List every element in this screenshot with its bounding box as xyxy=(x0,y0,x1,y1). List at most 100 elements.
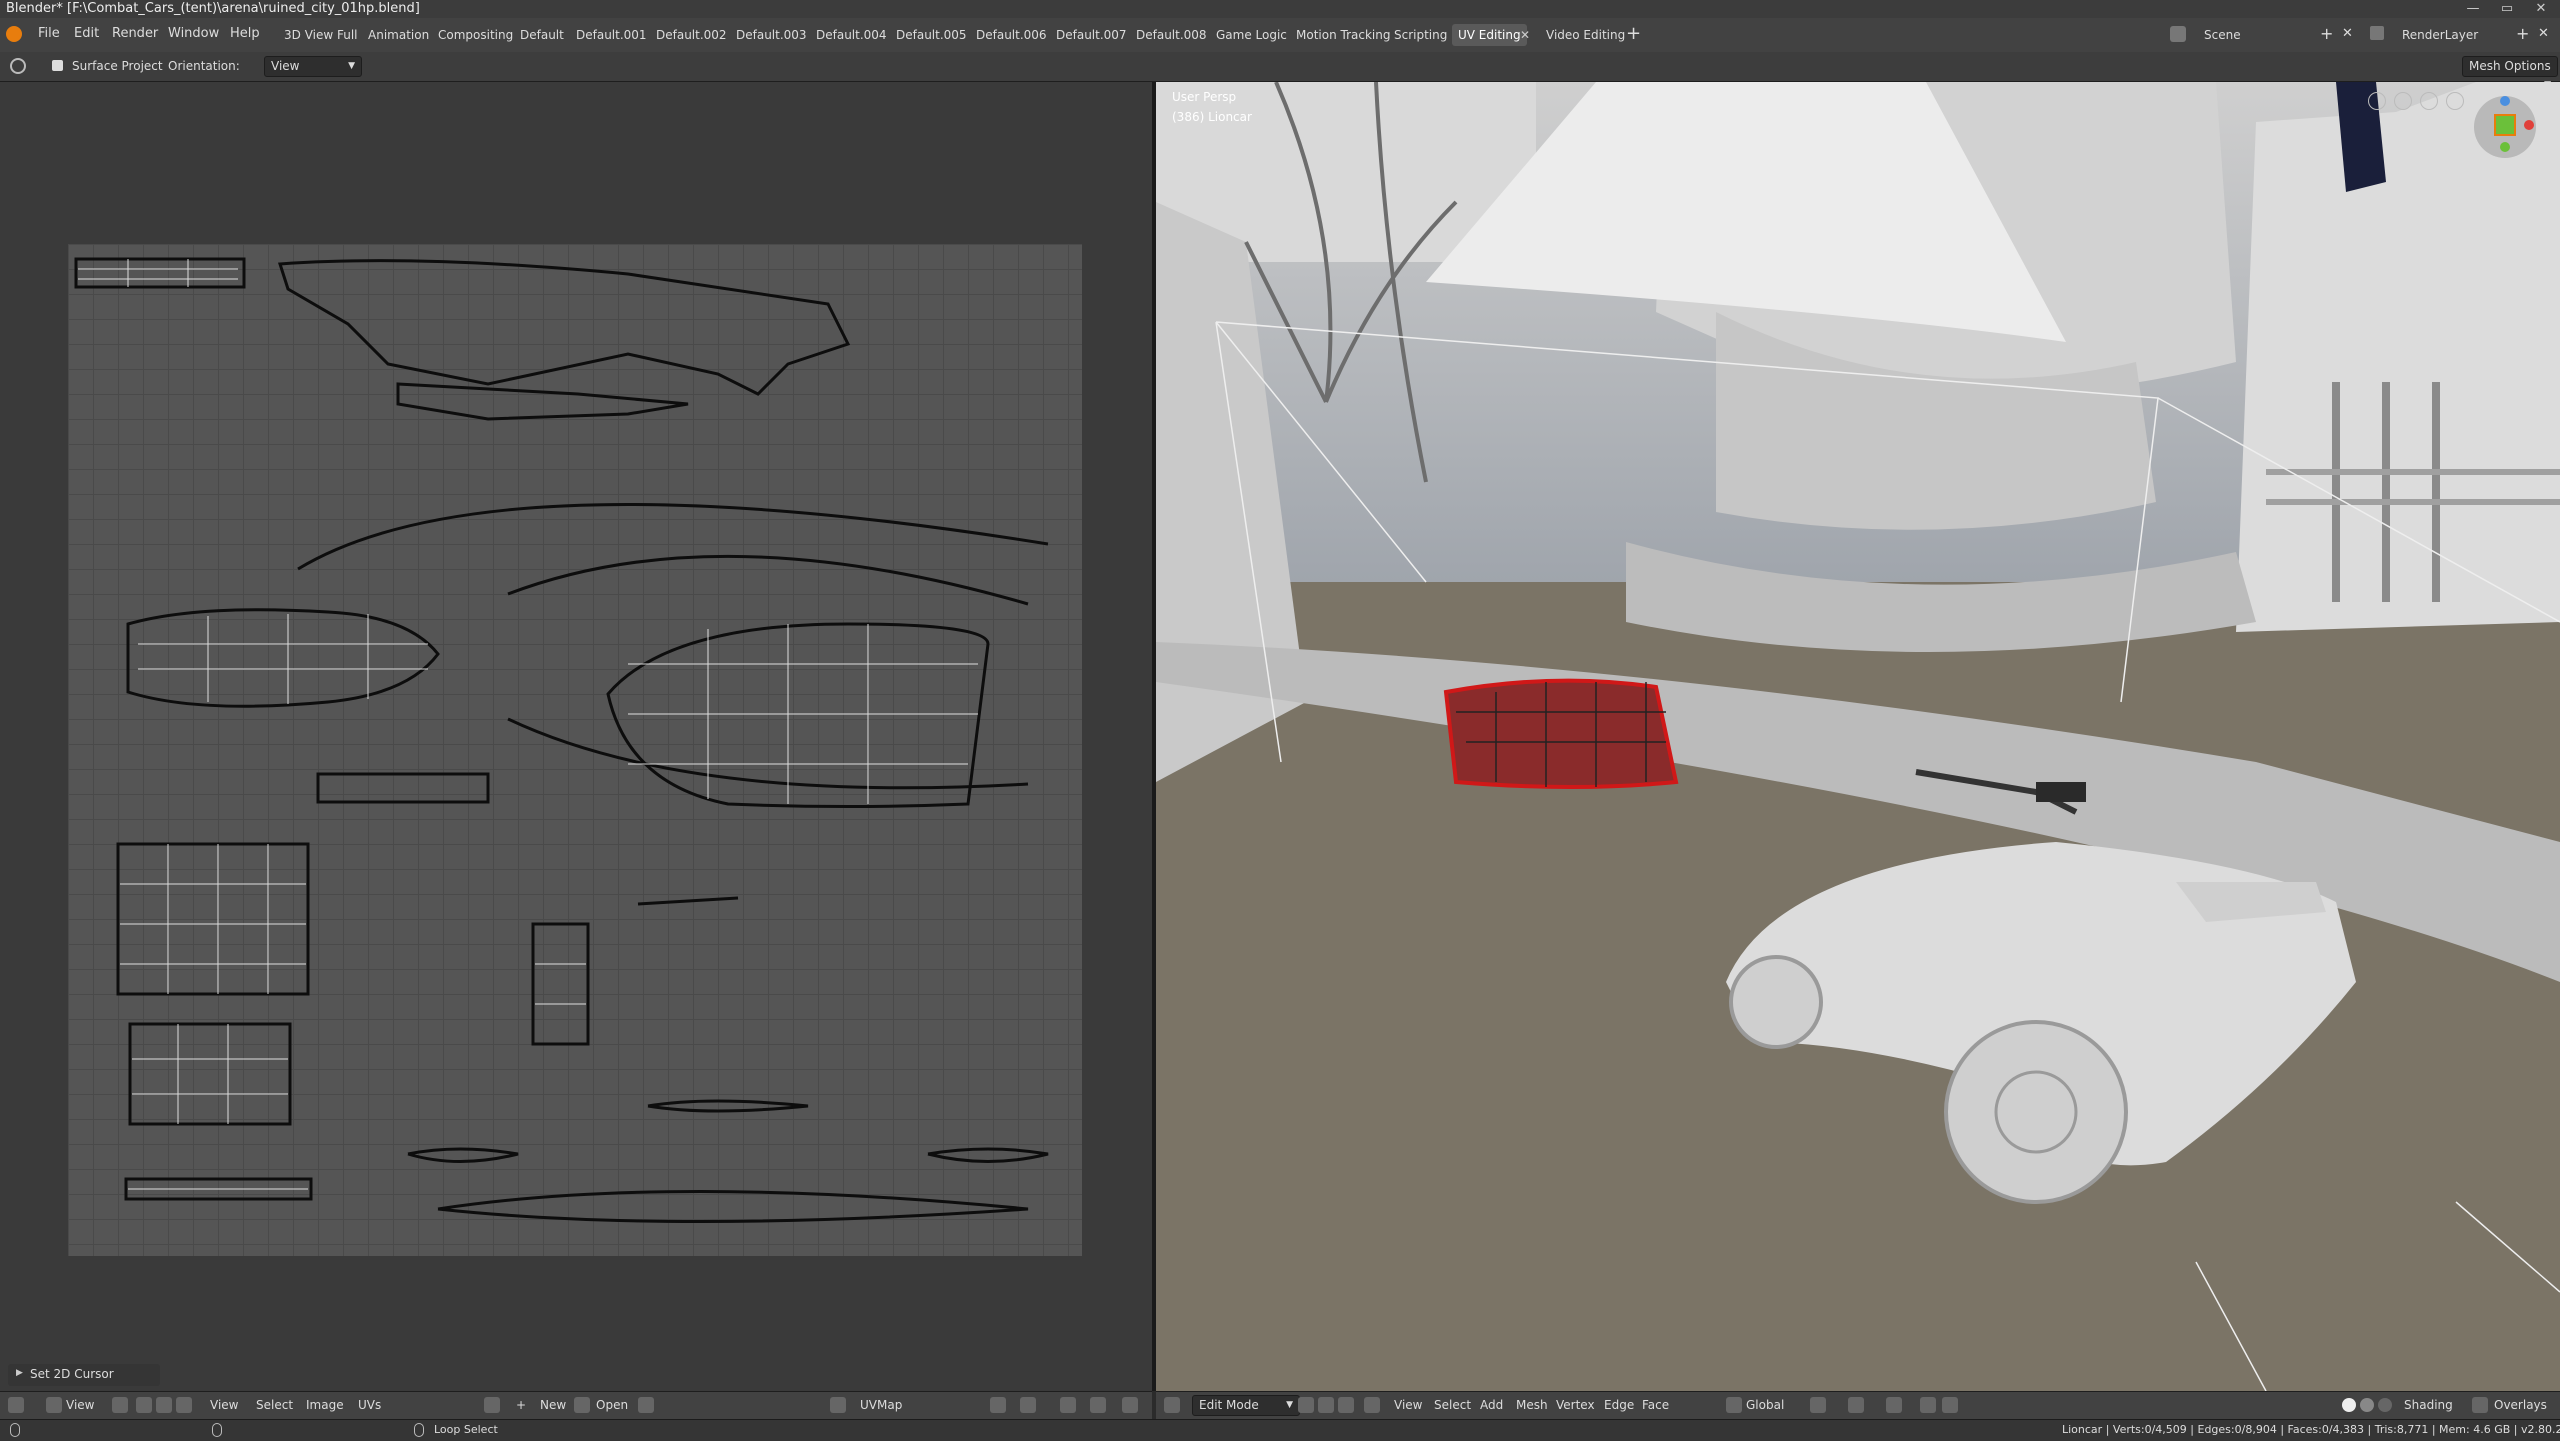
pivot-icon[interactable] xyxy=(112,1397,128,1413)
uv-image-grid[interactable] xyxy=(68,244,1082,1256)
select-face-icon[interactable] xyxy=(1338,1397,1354,1413)
view-mode-icon[interactable] xyxy=(46,1397,62,1413)
rendered-shading-icon[interactable] xyxy=(2378,1398,2392,1412)
camera-view-icon[interactable] xyxy=(2420,92,2438,110)
editor-type-icon[interactable] xyxy=(8,1397,24,1413)
snap-target-icon[interactable] xyxy=(1090,1397,1106,1413)
tab-game-logic[interactable]: Game Logic xyxy=(1210,24,1293,46)
uv-overlay-icon[interactable] xyxy=(1122,1397,1138,1413)
overlays-dropdown[interactable]: Overlays xyxy=(2494,1398,2547,1412)
blender-logo-icon[interactable] xyxy=(6,26,22,42)
uv-menu-select[interactable]: Select xyxy=(256,1398,293,1412)
tab-default-004[interactable]: Default.004 xyxy=(810,24,893,46)
proportional-edit-icon[interactable] xyxy=(1020,1397,1036,1413)
snap-icon[interactable] xyxy=(1060,1397,1076,1413)
viewport-menu-view[interactable]: View xyxy=(1394,1398,1422,1412)
menu-render[interactable]: Render xyxy=(112,26,158,41)
select-edge-icon[interactable] xyxy=(1318,1397,1334,1413)
minimize-button[interactable]: — xyxy=(2456,0,2490,18)
select-vertex-icon[interactable] xyxy=(1298,1397,1314,1413)
tab-default-002[interactable]: Default.002 xyxy=(650,24,733,46)
add-scene-icon[interactable]: + xyxy=(2320,24,2333,43)
mode-dropdown[interactable]: Edit Mode ▼ xyxy=(1192,1395,1300,1416)
close-window-button[interactable]: ✕ xyxy=(2524,0,2558,18)
uv-select-vertex-icon[interactable] xyxy=(136,1397,152,1413)
overlays-icon[interactable] xyxy=(2472,1397,2488,1413)
open-image-button[interactable]: Open xyxy=(596,1398,628,1412)
surface-project-checkbox[interactable] xyxy=(52,60,63,71)
open-folder-icon[interactable] xyxy=(574,1397,590,1413)
remove-scene-icon[interactable]: ✕ xyxy=(2342,26,2353,41)
add-render-layer-icon[interactable]: + xyxy=(2516,24,2529,43)
menu-window[interactable]: Window xyxy=(168,26,219,41)
snap-target-icon[interactable] xyxy=(1942,1397,1958,1413)
zoom-icon[interactable] xyxy=(2368,92,2386,110)
viewport-menu-add[interactable]: Add xyxy=(1480,1398,1503,1412)
viewport-menu-mesh[interactable]: Mesh xyxy=(1516,1398,1548,1412)
image-browse-icon[interactable] xyxy=(484,1397,500,1413)
tab-3d-view-full[interactable]: 3D View Full xyxy=(278,24,364,46)
transform-orientation[interactable]: Global xyxy=(1746,1398,1784,1412)
tab-default[interactable]: Default xyxy=(514,24,570,46)
new-image-plus-icon[interactable]: + xyxy=(516,1398,526,1412)
add-workspace-icon[interactable]: + xyxy=(1626,23,1641,44)
material-shading-icon[interactable] xyxy=(2360,1398,2374,1412)
tab-motion-tracking[interactable]: Motion Tracking xyxy=(1290,24,1396,46)
orientation-icon[interactable] xyxy=(1726,1397,1742,1413)
tab-default-001[interactable]: Default.001 xyxy=(570,24,653,46)
editor-type-icon[interactable] xyxy=(1164,1397,1180,1413)
proportional-edit-icon[interactable] xyxy=(1848,1397,1864,1413)
orientation-dropdown[interactable]: View ▼ xyxy=(264,56,362,77)
uvmap-name[interactable]: UVMap xyxy=(860,1398,902,1412)
tab-default-003[interactable]: Default.003 xyxy=(730,24,813,46)
maximize-button[interactable]: ▭ xyxy=(2490,0,2524,18)
uv-select-edge-icon[interactable] xyxy=(156,1397,172,1413)
ortho-toggle-icon[interactable] xyxy=(2446,92,2464,110)
falloff-icon[interactable] xyxy=(1886,1397,1902,1413)
gizmo-z-icon[interactable] xyxy=(2500,96,2510,106)
mesh-options-dropdown[interactable]: Mesh Options ▼ xyxy=(2462,56,2558,90)
uv-select-face-icon[interactable] xyxy=(176,1397,192,1413)
viewport-menu-face[interactable]: Face xyxy=(1642,1398,1669,1412)
menu-help[interactable]: Help xyxy=(230,26,260,41)
3d-viewport[interactable]: User Persp (386) Lioncar xyxy=(1156,82,2560,1391)
render-layer-name[interactable]: RenderLayer xyxy=(2402,28,2478,42)
tab-default-007[interactable]: Default.007 xyxy=(1050,24,1133,46)
sync-selection-icon[interactable] xyxy=(990,1397,1006,1413)
scene-name[interactable]: Scene xyxy=(2204,28,2241,42)
new-image-button[interactable]: New xyxy=(540,1398,566,1412)
remove-render-layer-icon[interactable]: ✕ xyxy=(2538,26,2549,41)
tab-video-editing[interactable]: Video Editing xyxy=(1540,24,1631,46)
tab-default-008[interactable]: Default.008 xyxy=(1130,24,1213,46)
snap-icon[interactable] xyxy=(1920,1397,1936,1413)
scene-icon[interactable] xyxy=(2170,26,2186,42)
cursor-tool-icon[interactable] xyxy=(10,58,26,74)
uv-menu-image[interactable]: Image xyxy=(306,1398,344,1412)
xray-icon[interactable] xyxy=(1364,1397,1380,1413)
gizmo-y-icon[interactable] xyxy=(2500,142,2510,152)
pin-icon[interactable] xyxy=(638,1397,654,1413)
uv-editor-area[interactable]: ▶ Set 2D Cursor xyxy=(0,82,1152,1391)
tab-animation[interactable]: Animation xyxy=(362,24,435,46)
viewport-menu-vertex[interactable]: Vertex xyxy=(1556,1398,1595,1412)
navigation-gizmo[interactable] xyxy=(2474,96,2536,158)
uv-menu-view[interactable]: View xyxy=(210,1398,238,1412)
pan-icon[interactable] xyxy=(2394,92,2412,110)
tab-default-005[interactable]: Default.005 xyxy=(890,24,973,46)
pivot-point-icon[interactable] xyxy=(1810,1397,1826,1413)
tab-compositing[interactable]: Compositing xyxy=(432,24,519,46)
tab-uv-editing[interactable]: UV Editing xyxy=(1452,24,1527,46)
uv-menu-uvs[interactable]: UVs xyxy=(358,1398,381,1412)
shading-dropdown[interactable]: Shading xyxy=(2404,1398,2453,1412)
viewport-menu-select[interactable]: Select xyxy=(1434,1398,1471,1412)
tab-default-006[interactable]: Default.006 xyxy=(970,24,1053,46)
uv-view-label[interactable]: View xyxy=(66,1398,94,1412)
gizmo-x-icon[interactable] xyxy=(2524,120,2534,130)
solid-shading-icon[interactable] xyxy=(2342,1398,2356,1412)
menu-edit[interactable]: Edit xyxy=(74,26,99,41)
menu-file[interactable]: File xyxy=(38,26,60,41)
tab-scripting[interactable]: Scripting xyxy=(1388,24,1453,46)
viewport-menu-edge[interactable]: Edge xyxy=(1604,1398,1634,1412)
render-layer-icon[interactable] xyxy=(2370,26,2384,40)
last-operator-panel[interactable]: ▶ Set 2D Cursor xyxy=(8,1364,160,1386)
